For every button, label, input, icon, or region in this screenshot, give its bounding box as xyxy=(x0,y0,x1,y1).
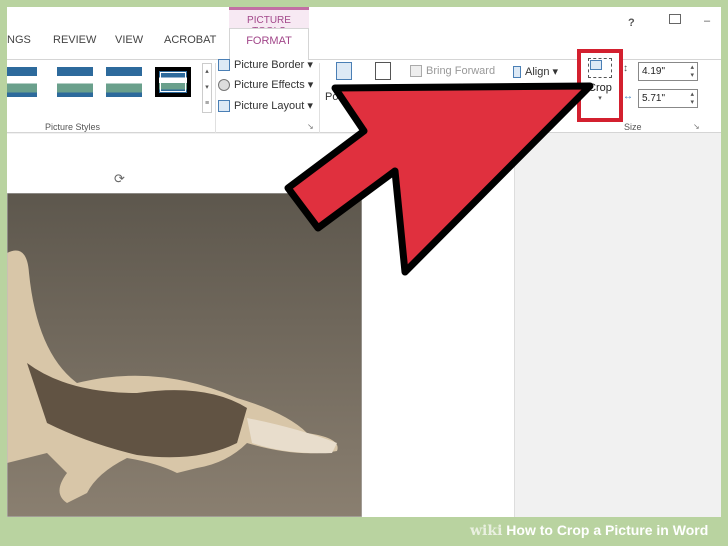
annotation-arrow xyxy=(284,82,594,276)
red-arrow-shape xyxy=(284,82,594,276)
word-window: PICTURE TOOLS FORMAT NGS REVIEW VIEW ACR… xyxy=(7,7,721,517)
wikihow-watermark: wiki How to Crop a Picture in Word xyxy=(470,522,709,539)
